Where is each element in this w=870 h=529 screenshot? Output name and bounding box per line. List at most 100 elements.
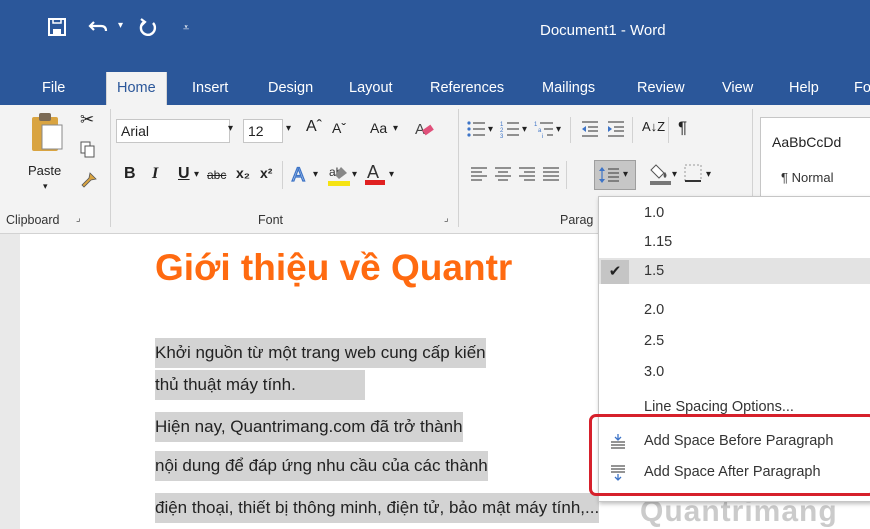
shrink-font-icon[interactable]: Aˇ <box>332 120 346 136</box>
divider <box>570 117 571 143</box>
paste-label[interactable]: Paste <box>28 163 61 178</box>
subscript-button[interactable]: x₂ <box>236 165 250 181</box>
tab-file[interactable]: File <box>32 72 75 105</box>
document-line: Hiện nay, Quantrimang.com đã trở thành <box>155 412 463 442</box>
align-left-icon[interactable] <box>470 166 488 187</box>
ribbon-tabs: File Home Insert Design Layout Reference… <box>0 65 870 105</box>
tab-insert[interactable]: Insert <box>182 72 238 105</box>
annotation-highlight-frame <box>589 414 870 496</box>
underline-button[interactable]: U <box>178 165 190 183</box>
divider <box>458 109 459 227</box>
decrease-indent-icon[interactable] <box>580 119 600 144</box>
document-line: điện thoại, thiết bị thông minh, điện tử… <box>155 493 600 523</box>
title-bar: ▾ ⩡ Document1 - Word <box>0 0 870 65</box>
change-case-button[interactable]: Aa <box>370 120 387 136</box>
grow-font-icon[interactable]: Aˆ <box>306 118 322 136</box>
font-name-value: Arial <box>121 123 150 139</box>
italic-button[interactable]: I <box>152 165 158 183</box>
font-size-value: 12 <box>248 123 264 139</box>
format-painter-icon[interactable] <box>80 171 98 194</box>
copy-icon[interactable] <box>80 141 96 164</box>
document-line: nội dung để đáp ứng nhu cầu của các thàn… <box>155 451 488 481</box>
customize-qat-icon[interactable]: ⩡ <box>183 22 189 35</box>
svg-text:3: 3 <box>500 134 504 139</box>
numbering-dropdown-icon[interactable]: ▾ <box>522 124 527 135</box>
document-heading: Giới thiệu về Quantr <box>155 247 513 288</box>
line-spacing-button[interactable]: ▾ <box>594 160 636 190</box>
line-spacing-option-3-0[interactable]: 3.0 <box>599 359 870 385</box>
svg-text:A: A <box>367 162 379 182</box>
justify-icon[interactable] <box>542 166 560 187</box>
line-spacing-option-2-0[interactable]: 2.0 <box>599 297 870 323</box>
shading-icon[interactable] <box>650 162 672 191</box>
clipboard-launcher-icon[interactable]: ⌟ <box>76 213 81 224</box>
undo-dropdown-icon[interactable]: ▾ <box>118 20 123 31</box>
font-group-label: Font <box>258 213 284 227</box>
tab-references[interactable]: References <box>420 72 514 105</box>
paste-dropdown-icon[interactable]: ▾ <box>43 181 48 192</box>
cut-icon[interactable]: ✂ <box>80 110 94 130</box>
font-color-icon[interactable]: A <box>364 161 386 190</box>
text-effects-dropdown-icon[interactable]: ▾ <box>313 169 318 180</box>
divider <box>632 117 633 143</box>
tab-review[interactable]: Review <box>627 72 695 105</box>
tab-format[interactable]: Fo <box>844 72 870 105</box>
vertical-ruler <box>0 234 20 529</box>
line-spacing-option-1-15[interactable]: 1.15 <box>599 229 870 255</box>
svg-text:i: i <box>542 134 543 139</box>
highlight-icon[interactable]: ab <box>327 163 351 192</box>
paragraph-group-label: Parag <box>560 213 594 227</box>
tab-layout[interactable]: Layout <box>339 72 403 105</box>
bullets-dropdown-icon[interactable]: ▾ <box>488 124 493 135</box>
numbering-icon[interactable]: 123 <box>500 119 520 144</box>
divider <box>668 117 669 143</box>
sort-icon[interactable]: A↓Z <box>642 119 665 134</box>
font-name-combo[interactable]: Arial <box>116 119 230 143</box>
increase-indent-icon[interactable] <box>606 119 626 144</box>
font-size-combo[interactable]: 12 <box>243 119 283 143</box>
borders-icon[interactable] <box>684 164 702 187</box>
tab-home[interactable]: Home <box>106 72 167 105</box>
highlight-dropdown-icon[interactable]: ▾ <box>352 169 357 180</box>
tab-view[interactable]: View <box>712 72 763 105</box>
shading-dropdown-icon[interactable]: ▾ <box>672 169 677 180</box>
tab-design[interactable]: Design <box>258 72 323 105</box>
line-spacing-option-1-5[interactable]: ✔ 1.5 <box>599 258 870 284</box>
divider <box>566 161 567 189</box>
font-size-dropdown-icon[interactable]: ▾ <box>286 123 291 134</box>
tab-help[interactable]: Help <box>779 72 829 105</box>
save-icon[interactable] <box>48 18 66 42</box>
font-launcher-icon[interactable]: ⌟ <box>444 213 449 224</box>
font-color-dropdown-icon[interactable]: ▾ <box>389 169 394 180</box>
style-name: ¶ Normal <box>781 170 834 185</box>
line-spacing-option-1-0[interactable]: 1.0 <box>599 200 870 226</box>
superscript-button[interactable]: x² <box>260 165 272 181</box>
check-icon: ✔ <box>601 260 629 284</box>
align-right-icon[interactable] <box>518 166 536 187</box>
line-spacing-icon <box>598 166 620 189</box>
window-title: Document1 - Word <box>540 22 666 39</box>
font-name-dropdown-icon[interactable]: ▾ <box>228 123 233 134</box>
multilevel-list-icon[interactable]: 1ai <box>534 119 554 144</box>
line-spacing-option-2-5[interactable]: 2.5 <box>599 328 870 354</box>
redo-icon[interactable] <box>138 18 158 44</box>
strikethrough-button[interactable]: abc <box>207 168 226 182</box>
bullets-icon[interactable] <box>466 119 486 144</box>
tab-mailings[interactable]: Mailings <box>532 72 605 105</box>
clipboard-group-label: Clipboard <box>6 213 60 227</box>
line-spacing-dropdown-icon: ▾ <box>623 169 629 180</box>
undo-icon[interactable] <box>88 18 110 42</box>
text-effects-icon[interactable]: A <box>290 163 312 190</box>
divider <box>282 161 283 189</box>
bold-button[interactable]: B <box>124 165 136 183</box>
underline-dropdown-icon[interactable]: ▾ <box>194 169 199 180</box>
document-line: thủ thuật máy tính. <box>155 370 365 400</box>
borders-dropdown-icon[interactable]: ▾ <box>706 169 711 180</box>
align-center-icon[interactable] <box>494 166 512 187</box>
multilevel-dropdown-icon[interactable]: ▾ <box>556 124 561 135</box>
style-normal[interactable]: AaBbCcDd ¶ Normal <box>760 117 870 201</box>
clear-formatting-icon[interactable]: A <box>414 119 434 144</box>
paste-icon[interactable] <box>28 111 64 166</box>
change-case-dropdown-icon[interactable]: ▾ <box>393 123 398 134</box>
show-formatting-icon[interactable]: ¶ <box>678 118 687 138</box>
